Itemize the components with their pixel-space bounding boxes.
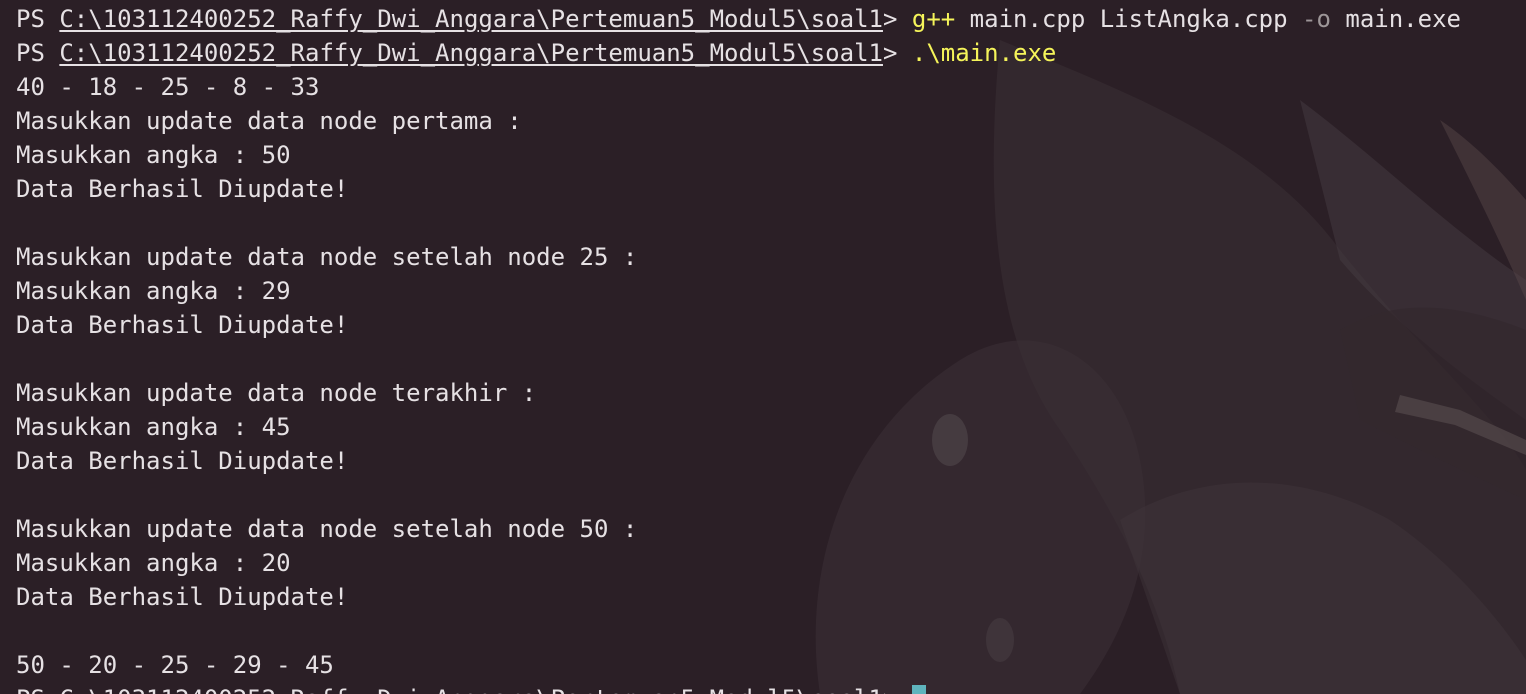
output-line: Data Berhasil Diupdate!	[16, 311, 349, 339]
terminal-window[interactable]: PS C:\103112400252_Raffy_Dwi_Anggara\Per…	[0, 0, 1526, 694]
current-prompt-line[interactable]: PS C:\103112400252_Raffy_Dwi_Anggara\Per…	[16, 682, 1526, 694]
command-line-compile: PS C:\103112400252_Raffy_Dwi_Anggara\Per…	[16, 2, 1526, 36]
working-directory-link[interactable]: C:\103112400252_Raffy_Dwi_Anggara\Pertem…	[59, 5, 883, 33]
prompt-symbol: >	[882, 39, 912, 67]
output-line: Masukkan update data node setelah node 2…	[16, 243, 638, 271]
prompt-symbol: >	[882, 5, 912, 33]
command-flag: -o	[1302, 5, 1331, 33]
output-line: Masukkan update data node setelah node 5…	[16, 515, 638, 543]
output-line: Data Berhasil Diupdate!	[16, 583, 349, 611]
output-line: Data Berhasil Diupdate!	[16, 175, 349, 203]
ps-label: PS	[16, 39, 60, 67]
command-output-arg: main.exe	[1330, 5, 1461, 33]
output-line: Masukkan update data node terakhir :	[16, 379, 537, 407]
ps-label: PS	[16, 5, 60, 33]
output-line: Masukkan update data node pertama :	[16, 107, 522, 135]
terminal-output: PS C:\103112400252_Raffy_Dwi_Anggara\Per…	[16, 2, 1526, 694]
output-line: Masukkan angka : 29	[16, 277, 291, 305]
working-directory-link[interactable]: C:\103112400252_Raffy_Dwi_Anggara\Pertem…	[59, 39, 883, 67]
command-line-run: PS C:\103112400252_Raffy_Dwi_Anggara\Per…	[16, 36, 1526, 70]
current-prompt: PS C:\103112400252_Raffy_Dwi_Anggara\Per…	[16, 685, 912, 694]
text-cursor	[911, 685, 926, 694]
command-name: .\main.exe	[911, 39, 1057, 67]
output-line: 40 - 18 - 25 - 8 - 33	[16, 73, 320, 101]
output-line: Masukkan angka : 50	[16, 141, 291, 169]
output-line: 50 - 20 - 25 - 29 - 45	[16, 651, 334, 679]
output-line: Masukkan angka : 45	[16, 413, 291, 441]
output-line: Masukkan angka : 20	[16, 549, 291, 577]
output-line: Data Berhasil Diupdate!	[16, 447, 349, 475]
command-name: g++	[911, 5, 956, 33]
command-arguments: main.cpp ListAngka.cpp	[955, 5, 1303, 33]
